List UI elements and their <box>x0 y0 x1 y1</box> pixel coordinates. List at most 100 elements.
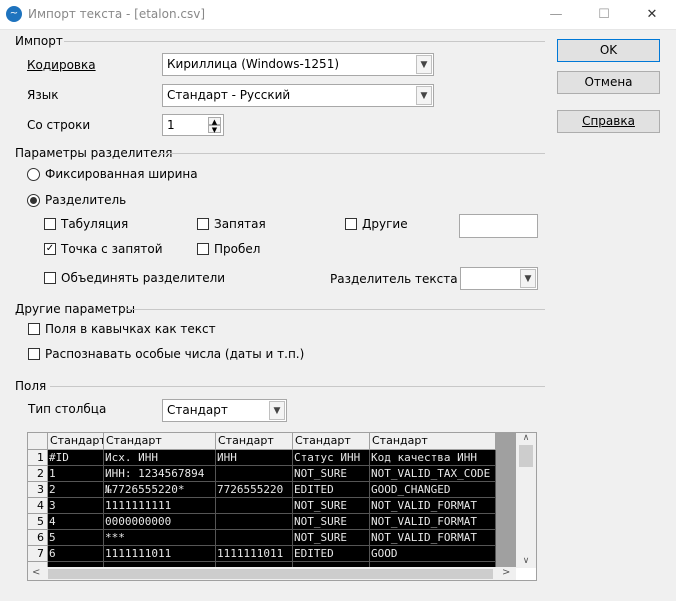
grid-cell[interactable]: EDITED <box>293 546 370 562</box>
detect-special-label: Распознавать особые числа (даты и т.п.) <box>45 347 305 361</box>
column-header[interactable]: Стандарт <box>370 433 496 450</box>
maximize-button[interactable]: ☐ <box>584 0 624 30</box>
cancel-button[interactable]: Отмена <box>557 71 660 94</box>
grid-cell[interactable]: 0000000000 <box>104 514 216 530</box>
fixed-width-radio[interactable] <box>27 168 40 181</box>
grid-cell[interactable]: Исх. ИНН <box>104 450 216 466</box>
other-label: Другие <box>362 217 408 231</box>
grid-cell[interactable] <box>216 466 293 482</box>
grid-cell[interactable]: 1 <box>48 466 104 482</box>
column-header[interactable]: Стандарт <box>216 433 293 450</box>
quoted-as-text-checkbox[interactable] <box>28 323 40 335</box>
from-row-value: 1 <box>167 118 175 132</box>
row-number[interactable]: 1 <box>28 450 48 466</box>
ok-button[interactable]: OK <box>557 39 660 62</box>
text-delimiter-select[interactable]: ▼ <box>460 267 538 290</box>
close-button[interactable]: ✕ <box>632 0 672 30</box>
grid-cell[interactable]: №7726555220* <box>104 482 216 498</box>
grid-cell[interactable]: 2 <box>48 482 104 498</box>
grid-cell[interactable]: NOT_VALID_FORMAT <box>370 530 496 546</box>
tab-checkbox[interactable] <box>44 218 56 230</box>
preview-grid[interactable]: Стандарт Стандарт Стандарт Стандарт Стандарт… <box>27 432 537 581</box>
grid-cell[interactable]: ИНН <box>216 450 293 466</box>
other-checkbox[interactable] <box>345 218 357 230</box>
row-number[interactable]: 6 <box>28 530 48 546</box>
title-bar: ~ Импорт текста - [etalon.csv] — ☐ ✕ <box>0 0 676 30</box>
vertical-scrollbar[interactable]: ∧ ∨ <box>516 433 536 568</box>
column-header[interactable]: Стандарт <box>104 433 216 450</box>
language-select[interactable]: Стандарт - Русский ▼ <box>162 84 434 107</box>
detect-special-checkbox[interactable] <box>28 348 40 360</box>
from-row-spinner[interactable]: 1 ▲ ▼ <box>162 114 224 136</box>
grid-cell[interactable] <box>216 530 293 546</box>
scroll-thumb[interactable] <box>519 445 533 467</box>
other-separator-input[interactable] <box>459 214 538 238</box>
grid-cell[interactable]: 6 <box>48 546 104 562</box>
grid-cell[interactable]: 3 <box>48 498 104 514</box>
text-delimiter-label: Разделитель текста <box>330 272 458 286</box>
column-type-value: Стандарт <box>167 403 228 417</box>
row-number[interactable]: 4 <box>28 498 48 514</box>
divider <box>64 41 545 42</box>
scroll-left-icon[interactable]: < <box>32 567 40 578</box>
column-type-label: Тип столбца <box>28 402 107 416</box>
import-section-title: Импорт <box>15 34 63 48</box>
row-number[interactable]: 2 <box>28 466 48 482</box>
corner-cell <box>28 433 48 450</box>
encoding-label: Кодировка <box>27 58 96 72</box>
grid-cell[interactable]: NOT_VALID_FORMAT <box>370 498 496 514</box>
grid-cell[interactable] <box>216 514 293 530</box>
other-options-section-title: Другие параметры <box>15 302 136 316</box>
grid-cell[interactable]: #ID <box>48 450 104 466</box>
separated-label: Разделитель <box>45 193 127 207</box>
grid-cell[interactable] <box>216 498 293 514</box>
spin-up-icon[interactable]: ▲ <box>208 117 221 126</box>
grid-cell[interactable]: NOT_SURE <box>293 498 370 514</box>
grid-cell[interactable]: NOT_VALID_FORMAT <box>370 514 496 530</box>
grid-cell[interactable]: GOOD <box>370 546 496 562</box>
comma-checkbox[interactable] <box>197 218 209 230</box>
merge-checkbox[interactable] <box>44 272 56 284</box>
chevron-down-icon: ▼ <box>269 401 285 420</box>
grid-cell[interactable]: NOT_VALID_TAX_CODE <box>370 466 496 482</box>
grid-cell[interactable]: 1111111011 <box>216 546 293 562</box>
space-checkbox[interactable] <box>197 243 209 255</box>
horizontal-scrollbar[interactable]: < > <box>28 567 516 580</box>
grid-cell[interactable]: Код качества ИНН <box>370 450 496 466</box>
row-number[interactable]: 5 <box>28 514 48 530</box>
divider <box>125 309 545 310</box>
fields-section-title: Поля <box>15 379 47 393</box>
help-button[interactable]: Справка <box>557 110 660 133</box>
grid-cell[interactable]: *** <box>104 530 216 546</box>
scroll-thumb[interactable] <box>48 569 493 579</box>
grid-cell[interactable]: 7726555220 <box>216 482 293 498</box>
minimize-button[interactable]: — <box>536 0 576 30</box>
merge-label: Объединять разделители <box>61 271 226 285</box>
from-row-label: Со строки <box>27 118 91 132</box>
column-header[interactable]: Стандарт <box>48 433 104 450</box>
language-label: Язык <box>27 88 59 102</box>
grid-cell[interactable]: 4 <box>48 514 104 530</box>
row-number[interactable]: 3 <box>28 482 48 498</box>
scroll-right-icon[interactable]: > <box>502 567 510 578</box>
grid-cell[interactable]: 1111111111 <box>104 498 216 514</box>
spin-down-icon[interactable]: ▼ <box>208 125 221 134</box>
grid-cell[interactable]: 1111111011 <box>104 546 216 562</box>
grid-cell[interactable]: Статус ИНН <box>293 450 370 466</box>
scroll-down-icon[interactable]: ∨ <box>516 556 536 566</box>
column-header[interactable]: Стандарт <box>293 433 370 450</box>
grid-cell[interactable]: GOOD_CHANGED <box>370 482 496 498</box>
grid-cell[interactable]: NOT_SURE <box>293 466 370 482</box>
row-number[interactable]: 7 <box>28 546 48 562</box>
grid-cell[interactable]: ИНН: 1234567894 <box>104 466 216 482</box>
grid-cell[interactable]: NOT_SURE <box>293 530 370 546</box>
separated-radio[interactable] <box>27 194 40 207</box>
language-value: Стандарт - Русский <box>167 88 291 102</box>
semicolon-checkbox[interactable]: ✓ <box>44 243 56 255</box>
grid-cell[interactable]: NOT_SURE <box>293 514 370 530</box>
column-type-select[interactable]: Стандарт ▼ <box>162 399 287 422</box>
grid-cell[interactable]: EDITED <box>293 482 370 498</box>
encoding-select[interactable]: Кириллица (Windows-1251) ▼ <box>162 53 434 76</box>
scroll-up-icon[interactable]: ∧ <box>516 433 536 443</box>
grid-cell[interactable]: 5 <box>48 530 104 546</box>
